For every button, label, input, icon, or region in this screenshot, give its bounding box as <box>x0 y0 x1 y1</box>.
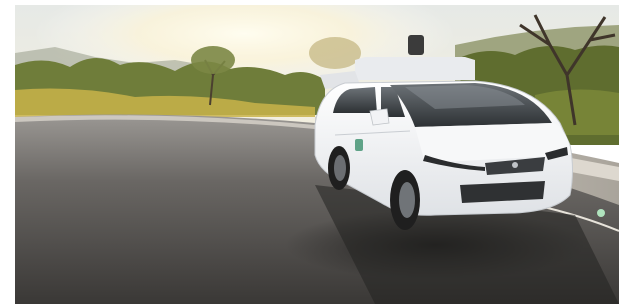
page-frame <box>0 0 620 304</box>
rear-wheel-rim <box>334 155 346 181</box>
lidar-dome <box>408 35 424 55</box>
roof-sensor-housing <box>355 57 475 80</box>
photo-self-driving-minivan <box>15 5 619 304</box>
front-wheel-rim <box>399 182 415 218</box>
photo-illustration <box>15 5 619 304</box>
front-emblem <box>512 162 518 168</box>
tree-left-canopy <box>191 46 235 74</box>
side-logo <box>355 139 363 151</box>
lens-flare <box>597 209 605 217</box>
side-mirror <box>369 108 390 126</box>
tree-center-canopy <box>309 37 361 69</box>
